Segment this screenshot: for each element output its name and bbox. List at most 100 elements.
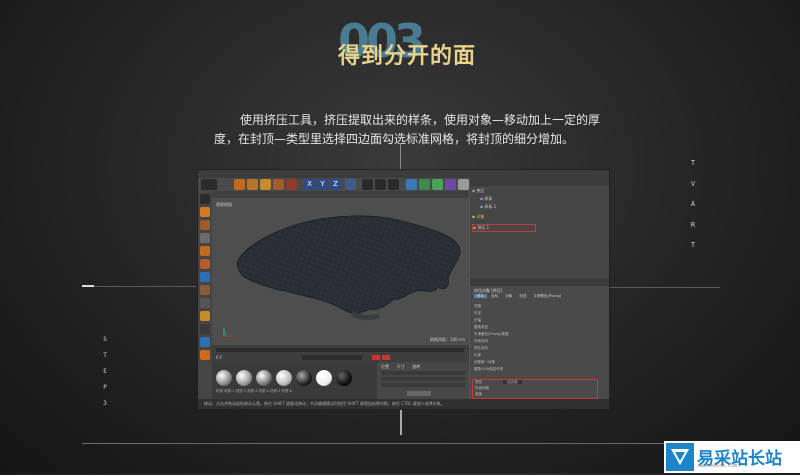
cube-button[interactable]: [406, 179, 417, 190]
polygons-mode-button[interactable]: [200, 272, 210, 282]
record-button[interactable]: [372, 355, 380, 360]
rotate-tool-button[interactable]: [260, 179, 271, 190]
z-axis-button[interactable]: Z: [330, 179, 341, 190]
material-swatch[interactable]: [316, 370, 332, 386]
object-row[interactable]: ◆ 对象: [472, 214, 484, 220]
attr-row[interactable]: 圆角UVW保持外形: [474, 367, 596, 372]
scale-tool-button[interactable]: [247, 179, 258, 190]
material-swatch[interactable]: [296, 370, 312, 386]
attr-row[interactable]: 步幅: [474, 318, 596, 323]
extruded-mesh: [223, 215, 461, 337]
right-horizontal-line: [610, 287, 720, 288]
render-settings-button[interactable]: [388, 179, 399, 190]
tweak-button[interactable]: [200, 298, 210, 308]
grid-spacing-info: 网格间距：100 cm: [429, 337, 465, 342]
material-labels: 材质 材质.1 材质.2 材质.3 材质.4 材质.5 材质.6: [216, 389, 292, 393]
subdivision-button[interactable]: [432, 179, 443, 190]
c4d-window: 文件编辑创建选择工具网格捕捉动画模拟渲染雕刻运动跟踪角色流水线插件X-Parti…: [197, 169, 610, 410]
viewport-label: 透视视图: [216, 202, 232, 207]
axis-mode-button[interactable]: [200, 285, 210, 295]
menu-bar: 文件编辑创建选择工具网格捕捉动画模拟渲染雕刻运动跟踪角色流水线插件X-Parti…: [198, 170, 609, 186]
attr-row-standard-mesh[interactable]: 标准网格: [475, 386, 597, 391]
type-dropdown[interactable]: 四边面: [503, 380, 522, 384]
sculpt-button[interactable]: [200, 350, 210, 360]
render-view-button[interactable]: [362, 179, 373, 190]
attr-row[interactable]: 顶端: [474, 304, 596, 309]
object-row[interactable]: ◆ 样条: [480, 196, 492, 202]
attr-row[interactable]: 创建单一对象: [474, 360, 596, 365]
light-button[interactable]: [458, 179, 469, 190]
material-swatch[interactable]: [256, 370, 272, 386]
logo-url: www.easck.com: [698, 463, 738, 469]
points-mode-button[interactable]: [200, 246, 210, 256]
attribute-manager-header: [470, 278, 609, 286]
attr-row[interactable]: 穿孔向内: [474, 346, 596, 351]
object-row-selected[interactable]: ◆ 挤压.1: [472, 224, 536, 232]
left-horizontal-line: [82, 286, 196, 287]
axis-gizmo-icon: [223, 328, 232, 337]
status-bar: 移动：点击并拖动鼠标移动元素。按住 SHIFT 键量化移动；节点编辑模式时按住 …: [198, 399, 609, 409]
solo-button[interactable]: [200, 337, 210, 347]
object-row[interactable]: ◆ 挤压: [472, 188, 484, 194]
undo-button[interactable]: [201, 179, 217, 190]
attr-row-width[interactable]: 宽度: [475, 392, 597, 397]
coord-field-x[interactable]: [381, 371, 465, 375]
attr-row-type[interactable]: 类型 四边面: [475, 380, 597, 385]
caps-settings-highlight: 类型 四边面 标准网格 宽度: [472, 379, 598, 399]
select-tool-button[interactable]: [273, 179, 284, 190]
autokey-button[interactable]: [382, 355, 390, 360]
step-description: 使用挤压工具，挤压提取出来的样条，使用对象—移动加上一定的厚度，在封顶—类型里选…: [214, 113, 601, 146]
timeline-ruler[interactable]: [216, 348, 464, 352]
attr-row[interactable]: 约束: [474, 353, 596, 358]
playback-controls[interactable]: [302, 355, 362, 360]
tab-phong[interactable]: 平滑着色(Phong): [531, 294, 565, 298]
coord-field-y[interactable]: [381, 377, 465, 381]
attribute-tabs: 基本 坐标 对象 封顶 平滑着色(Phong): [474, 294, 594, 300]
side-label-tvart: TVART: [690, 159, 696, 249]
workplane-button[interactable]: [200, 233, 210, 243]
material-swatch[interactable]: [276, 370, 292, 386]
apply-button[interactable]: [407, 391, 431, 396]
bottom-line: [82, 443, 718, 444]
y-axis-button[interactable]: Y: [317, 179, 328, 190]
attr-row[interactable]: 圆角类型: [474, 325, 596, 330]
tab-basic[interactable]: 基本: [474, 294, 487, 298]
attr-row[interactable]: 外壳向内: [474, 339, 596, 344]
snap-button[interactable]: [200, 311, 210, 321]
object-list: ◆ 挤压 ◆ 样条 ◆ 样条.1 ◆ 对象 ◆ 挤压.1: [470, 186, 609, 246]
deformer-button[interactable]: [445, 179, 456, 190]
attribute-fields: 顶端 半径 步幅 圆角类型 平滑着色(Phong)角度 外壳向内 穿孔向内 约束…: [470, 304, 609, 399]
tab-coord[interactable]: 坐标: [488, 294, 501, 298]
left-line-accent: [82, 285, 94, 287]
page-title: 得到分开的面: [338, 44, 477, 69]
coord-field-z[interactable]: [381, 383, 465, 387]
object-manager-header: [470, 178, 609, 186]
coordinate-manager: 位置 尺寸 旋转: [377, 362, 469, 399]
edges-mode-button[interactable]: [200, 259, 210, 269]
timeline[interactable]: 0 F: [212, 345, 469, 362]
attr-row[interactable]: 半径: [474, 311, 596, 316]
attr-row[interactable]: 平滑着色(Phong)角度: [474, 332, 596, 337]
object-row[interactable]: ◆ 样条.1: [480, 204, 496, 210]
move-tool-button[interactable]: [234, 179, 245, 190]
lock-workplane-button[interactable]: [200, 324, 210, 334]
material-swatch[interactable]: [336, 370, 352, 386]
viewport-header: 透视视图: [212, 191, 469, 207]
side-label-step: STEP3: [103, 336, 107, 407]
logo-badge-icon: [666, 443, 694, 471]
material-swatch[interactable]: [216, 370, 232, 386]
texture-mode-button[interactable]: [200, 220, 210, 230]
tab-caps[interactable]: 封顶: [516, 294, 529, 298]
perspective-viewport[interactable]: 网格间距：100 cm: [212, 191, 469, 345]
live-select-button[interactable]: [286, 179, 297, 190]
tab-object[interactable]: 对象: [502, 294, 515, 298]
pen-button[interactable]: [419, 179, 430, 190]
x-axis-button[interactable]: X: [304, 179, 315, 190]
connector-line-top: [400, 143, 401, 169]
model-mode-button[interactable]: [200, 207, 210, 217]
material-swatch[interactable]: [236, 370, 252, 386]
coord-header: 位置 尺寸 旋转: [381, 364, 421, 369]
render-picture-button[interactable]: [375, 179, 386, 190]
coord-system-button[interactable]: [345, 179, 356, 190]
make-editable-button[interactable]: [200, 194, 210, 204]
